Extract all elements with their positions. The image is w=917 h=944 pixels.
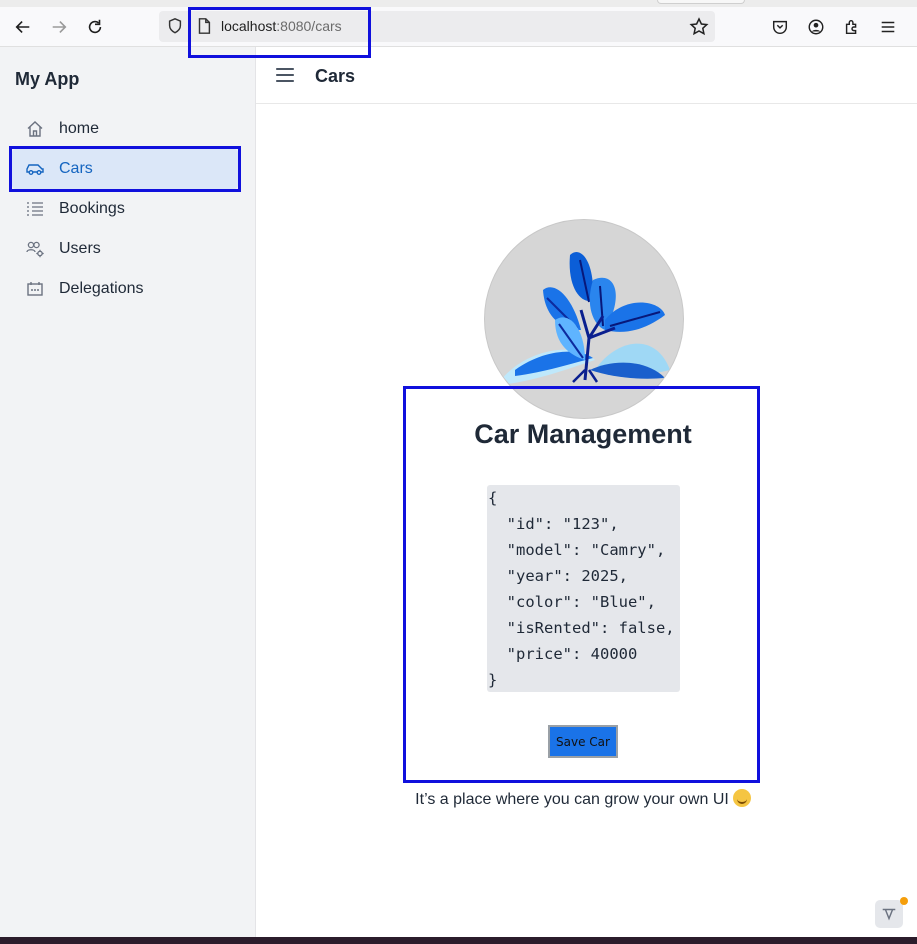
url-path: :8080/cars bbox=[276, 18, 342, 34]
sidebar-item-home[interactable]: home bbox=[12, 109, 238, 149]
sidebar-item-label: Delegations bbox=[59, 280, 144, 297]
page-title: Cars bbox=[315, 66, 356, 86]
sidebar-item-bookings[interactable]: Bookings bbox=[12, 189, 238, 229]
home-icon bbox=[24, 118, 46, 140]
bookmark-star-icon[interactable] bbox=[689, 17, 709, 37]
main-content: Cars Car Management { "id": "123", "mode… bbox=[256, 47, 917, 937]
sidebar-item-label: home bbox=[59, 120, 100, 137]
plant-illustration bbox=[501, 252, 670, 385]
code-line: "isRented": false, bbox=[488, 619, 675, 637]
app-menu-button[interactable] bbox=[872, 7, 904, 46]
code-line: "price": 40000 bbox=[488, 645, 638, 663]
menu-toggle-icon[interactable] bbox=[274, 64, 296, 86]
back-button[interactable] bbox=[7, 7, 39, 46]
car-json-code-block: { "id": "123", "model": "Camry", "year":… bbox=[487, 485, 680, 692]
list-icon bbox=[24, 198, 46, 220]
hugging-face-emoji-icon bbox=[732, 789, 751, 807]
pocket-button[interactable] bbox=[764, 7, 796, 46]
filter-chevron-icon bbox=[882, 908, 896, 921]
users-gear-icon bbox=[24, 238, 46, 260]
tagline-text: It’s a place where you can grow your own… bbox=[415, 791, 729, 808]
hamburger-icon bbox=[881, 21, 895, 32]
car-icon bbox=[24, 158, 46, 180]
code-line: "model": "Camry", bbox=[488, 541, 666, 559]
browser-tab-edge bbox=[657, 0, 745, 4]
save-car-button[interactable]: Save Car bbox=[548, 725, 618, 758]
card-title: Car Management bbox=[474, 419, 692, 449]
notification-dot bbox=[900, 897, 908, 905]
sidebar: My App home Cars Bookings Users Delegati… bbox=[0, 47, 256, 937]
arrow-left-icon bbox=[15, 20, 30, 33]
floating-helper-button[interactable] bbox=[875, 900, 903, 928]
arrow-right-icon bbox=[52, 20, 67, 33]
code-line: "year": 2025, bbox=[488, 567, 628, 585]
page-icon bbox=[198, 18, 211, 34]
extensions-button[interactable] bbox=[836, 7, 868, 46]
account-icon bbox=[808, 19, 824, 34]
url-host: localhost bbox=[221, 18, 277, 34]
sidebar-item-users[interactable]: Users bbox=[12, 229, 238, 269]
account-button[interactable] bbox=[800, 7, 832, 46]
url-text[interactable]: localhost:8080/cars bbox=[221, 11, 342, 42]
page-header: Cars bbox=[256, 47, 917, 104]
sidebar-item-label: Cars bbox=[59, 160, 93, 177]
sidebar-item-delegations[interactable]: Delegations bbox=[12, 269, 238, 309]
forward-button[interactable] bbox=[43, 7, 75, 46]
puzzle-icon bbox=[845, 19, 857, 34]
sidebar-item-label: Bookings bbox=[59, 200, 125, 217]
code-line: } bbox=[488, 671, 498, 689]
sidebar-item-cars[interactable]: Cars bbox=[12, 149, 238, 189]
tagline: It’s a place where you can grow your own… bbox=[406, 789, 760, 809]
sidebar-item-label: Users bbox=[59, 240, 101, 257]
url-bar[interactable]: localhost:8080/cars bbox=[159, 11, 715, 42]
reload-button[interactable] bbox=[79, 7, 111, 46]
browser-toolbar: localhost:8080/cars bbox=[0, 7, 917, 47]
code-line: "color": "Blue", bbox=[488, 593, 656, 611]
code-line: { bbox=[488, 489, 498, 507]
avatar-image bbox=[484, 219, 684, 419]
desktop-bottom-edge bbox=[0, 937, 917, 944]
shield-icon[interactable] bbox=[166, 17, 184, 35]
calendar-icon bbox=[24, 278, 46, 300]
app-title: My App bbox=[15, 69, 80, 89]
pocket-icon bbox=[772, 20, 788, 34]
code-line: "id": "123", bbox=[488, 515, 619, 533]
reload-icon bbox=[88, 19, 102, 33]
